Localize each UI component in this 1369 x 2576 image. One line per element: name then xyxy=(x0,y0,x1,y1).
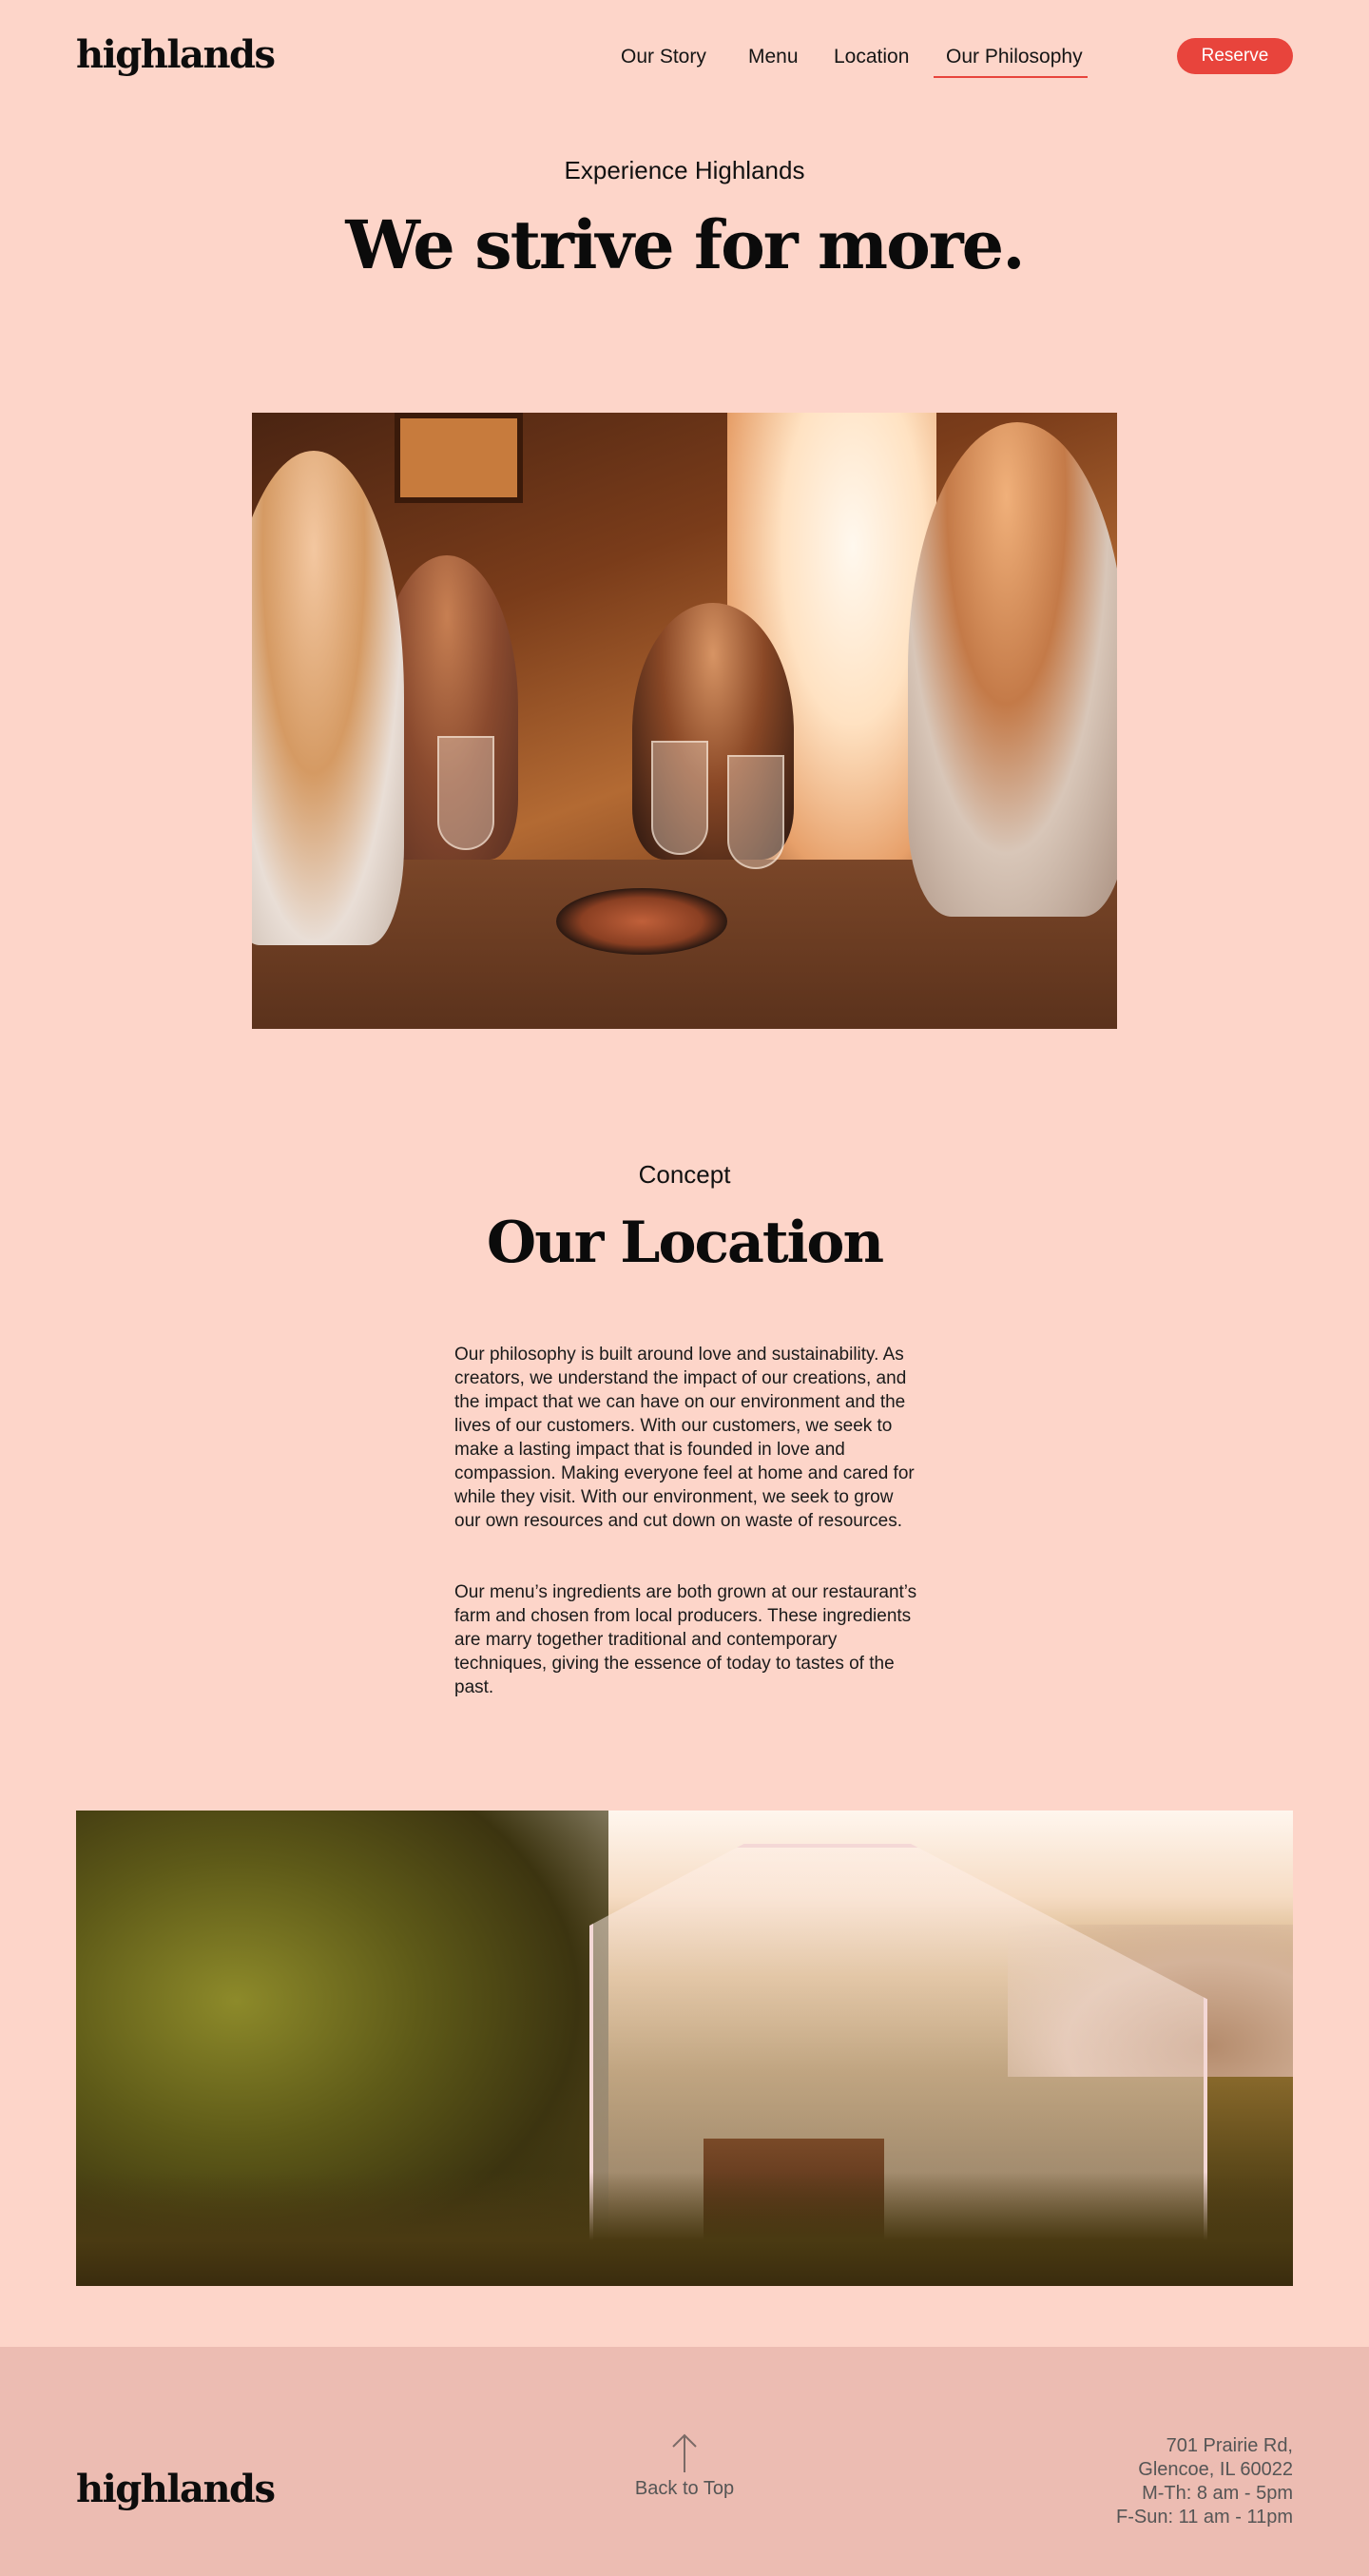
photo-glass xyxy=(727,755,784,869)
greenhouse-photo xyxy=(76,1811,1293,2286)
photo-glass xyxy=(437,736,494,850)
address-block: 701 Prairie Rd, Glencoe, IL 60022 M-Th: … xyxy=(1116,2434,1293,2529)
page: highlands Our Story Menu Location Our Ph… xyxy=(0,0,1369,2576)
nav-our-philosophy[interactable]: Our Philosophy xyxy=(946,46,1083,68)
header-logo[interactable]: highlands xyxy=(76,32,276,77)
photo-plate xyxy=(556,888,727,955)
back-to-top-link[interactable]: Back to Top xyxy=(589,2432,780,2500)
nav-location[interactable]: Location xyxy=(834,46,909,68)
photo-wall-art xyxy=(395,413,523,503)
dining-photo xyxy=(252,413,1117,1029)
hero-title: We strive for more. xyxy=(345,205,1025,284)
footer-logo[interactable]: highlands xyxy=(76,2467,276,2511)
footer: highlands Back to Top 701 Prairie Rd, Gl… xyxy=(0,2347,1369,2576)
photo-diner xyxy=(252,451,404,945)
hours-weekday: M-Th: 8 am - 5pm xyxy=(1142,2483,1293,2504)
nav-menu[interactable]: Menu xyxy=(748,46,799,68)
hours-weekend: F-Sun: 11 am - 11pm xyxy=(1116,2507,1293,2528)
ingredients-paragraph: Our menu’s ingredients are both grown at… xyxy=(454,1582,917,1697)
nav-our-story[interactable]: Our Story xyxy=(621,46,706,68)
hero-eyebrow: Experience Highlands xyxy=(564,156,805,184)
reserve-button[interactable]: Reserve xyxy=(1177,38,1293,74)
concept-eyebrow: Concept xyxy=(638,1160,731,1189)
photo-ground xyxy=(76,2172,1293,2286)
photo-diner xyxy=(908,422,1117,917)
philosophy-paragraph: Our philosophy is built around love and … xyxy=(454,1345,915,1531)
address-city: Glencoe, IL 60022 xyxy=(1138,2459,1293,2480)
active-nav-underline xyxy=(934,76,1088,78)
back-to-top-label: Back to Top xyxy=(634,2478,735,2499)
address-street: 701 Prairie Rd, xyxy=(1166,2435,1293,2456)
arrow-up-icon xyxy=(672,2433,697,2472)
photo-glass xyxy=(651,741,708,855)
concept-title: Our Location xyxy=(486,1210,884,1276)
